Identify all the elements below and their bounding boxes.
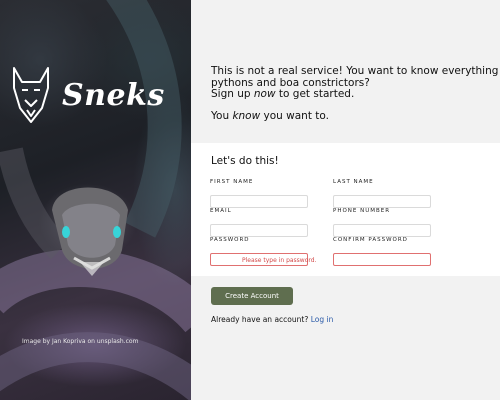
- hero-image: Sneks Image by Jan Kopriva on unsplash.c…: [0, 0, 191, 400]
- password-label: PASSWORD: [210, 237, 250, 243]
- last-name-label: LAST NAME: [333, 179, 374, 185]
- email-field: EMAIL: [210, 208, 308, 237]
- brand-logo-text: Sneks: [62, 78, 165, 113]
- wolf-head-icon: [13, 67, 49, 123]
- intro-tagline: You know you want to.: [211, 109, 329, 122]
- intro-text: This is not a real service! You want to …: [211, 66, 500, 122]
- first-name-label: FIRST NAME: [210, 179, 254, 185]
- login-prompt-text: Already have an account?: [211, 315, 309, 324]
- login-prompt: Already have an account? Log in: [211, 315, 333, 324]
- phone-field: PHONE NUMBER: [333, 208, 431, 237]
- phone-input[interactable]: [333, 223, 431, 237]
- last-name-input[interactable]: [333, 194, 431, 208]
- confirm-password-field: CONFIRM PASSWORD: [333, 237, 431, 266]
- signup-form: Let's do this! FIRST NAME LAST NAME EMAI…: [191, 143, 500, 276]
- first-name-field: FIRST NAME: [210, 179, 308, 208]
- form-title: Let's do this!: [211, 155, 279, 167]
- phone-label: PHONE NUMBER: [333, 208, 391, 214]
- intro-line: Sign up now to get started.: [211, 88, 355, 100]
- email-input[interactable]: [210, 223, 308, 237]
- create-account-button[interactable]: Create Account: [211, 287, 293, 305]
- last-name-field: LAST NAME: [333, 179, 431, 208]
- first-name-input[interactable]: [210, 194, 308, 208]
- photo-credit: Image by Jan Kopriva on unsplash.com: [22, 338, 139, 345]
- confirm-password-label: CONFIRM PASSWORD: [333, 237, 408, 243]
- email-label: EMAIL: [210, 208, 232, 214]
- password-error-message: Please type in password.: [242, 257, 317, 264]
- intro-line: This is not a real service! You want to …: [211, 66, 500, 77]
- login-link[interactable]: Log in: [311, 315, 334, 324]
- confirm-password-input[interactable]: [333, 252, 431, 266]
